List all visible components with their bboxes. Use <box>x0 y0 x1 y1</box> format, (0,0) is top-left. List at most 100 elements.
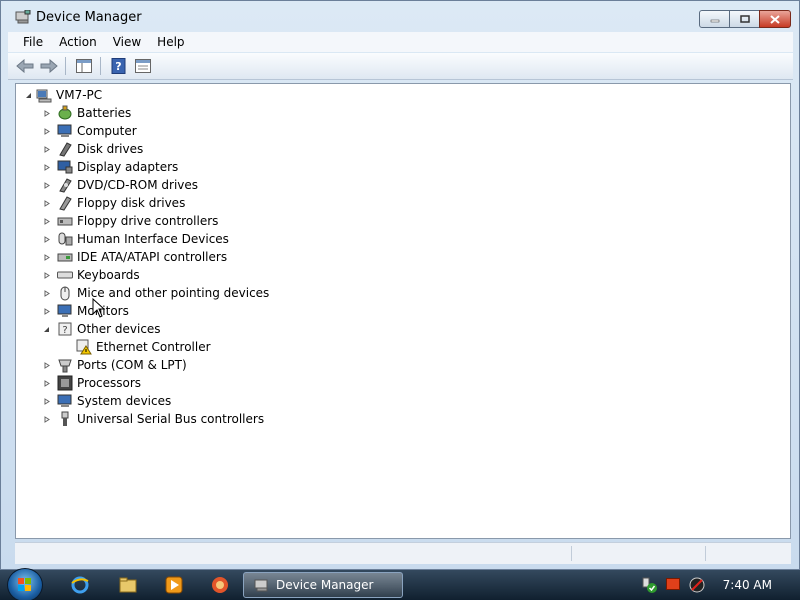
floppy-controller-icon <box>57 217 73 226</box>
show-hide-console-tree-icon <box>76 59 92 73</box>
tree-item[interactable]: Batteries <box>42 104 131 122</box>
windows-logo-icon <box>18 578 31 591</box>
tree-item[interactable]: Ports (COM & LPT) <box>42 356 187 374</box>
disk-drive-icon <box>59 142 72 157</box>
network-icon[interactable] <box>666 578 680 590</box>
tree-item[interactable]: Disk drives <box>42 140 143 158</box>
clock[interactable]: 7:40 AM <box>723 578 772 592</box>
tree-item-label: Display adapters <box>77 160 179 174</box>
tree-item-label: Processors <box>77 376 142 390</box>
tree-item-label: Keyboards <box>77 268 140 282</box>
floppy-drive-icon <box>59 196 72 211</box>
tree-item[interactable]: Processors <box>42 374 141 392</box>
expand-icon[interactable] <box>42 415 51 424</box>
tree-item[interactable]: Universal Serial Bus controllers <box>42 410 264 428</box>
volume-muted-icon[interactable] <box>688 576 706 594</box>
help-button[interactable]: ? <box>108 56 130 76</box>
window-title: Device Manager <box>36 10 142 25</box>
tree-item[interactable]: IDE ATA/ATAPI controllers <box>42 248 227 266</box>
app-icon[interactable] <box>210 575 230 595</box>
tree-item-label: Ethernet Controller <box>96 340 211 354</box>
svg-text:?: ? <box>115 60 121 73</box>
expand-icon[interactable] <box>42 217 51 226</box>
collapse-icon[interactable] <box>24 91 33 100</box>
properties-button[interactable] <box>132 56 154 76</box>
battery-icon <box>58 105 72 120</box>
processor-icon <box>57 375 73 391</box>
device-tree[interactable]: VM7-PC Batteries Computer Disk drives Di… <box>15 83 791 539</box>
keyboard-icon <box>57 271 73 279</box>
usb-icon <box>61 411 69 426</box>
forward-button[interactable] <box>38 56 60 76</box>
maximize-button[interactable] <box>729 10 760 28</box>
expand-icon[interactable] <box>42 379 51 388</box>
system-tray: 7:40 AM <box>630 570 800 600</box>
unknown-device-icon: ? <box>58 322 72 336</box>
tree-item[interactable]: Monitors <box>42 302 129 320</box>
tree-root[interactable]: VM7-PC <box>24 86 102 104</box>
computer-icon <box>36 89 52 103</box>
start-button[interactable] <box>7 568 43 600</box>
hid-icon <box>58 232 73 246</box>
taskbar-device-manager-button[interactable]: Device Manager <box>243 572 403 598</box>
toolbar: ? <box>8 53 793 80</box>
back-arrow-icon <box>16 59 34 73</box>
tree-item[interactable]: Mice and other pointing devices <box>42 284 269 302</box>
media-player-icon[interactable] <box>164 575 184 595</box>
svg-text:?: ? <box>62 325 67 336</box>
expand-icon[interactable] <box>42 127 51 136</box>
properties-icon <box>135 59 151 73</box>
expand-icon[interactable] <box>42 109 51 118</box>
expand-icon[interactable] <box>42 397 51 406</box>
tree-item[interactable]: Computer <box>42 122 137 140</box>
tree-item[interactable]: Keyboards <box>42 266 140 284</box>
expand-icon[interactable] <box>42 181 51 190</box>
menu-file[interactable]: File <box>8 35 51 49</box>
expand-icon[interactable] <box>42 271 51 280</box>
tree-item-label: System devices <box>77 394 172 408</box>
status-bar-divider <box>571 546 572 561</box>
monitor-icon <box>57 304 72 317</box>
expand-icon[interactable] <box>42 307 51 316</box>
display-adapter-icon <box>57 160 73 174</box>
close-button[interactable] <box>759 10 791 28</box>
menu-help[interactable]: Help <box>149 35 192 49</box>
back-button[interactable] <box>14 56 36 76</box>
tree-item-label: Ports (COM & LPT) <box>77 358 187 372</box>
tree-child-item[interactable]: Ethernet Controller <box>72 338 211 356</box>
title-bar[interactable]: Device Manager <box>1 1 799 33</box>
tree-item[interactable]: Human Interface Devices <box>42 230 229 248</box>
menu-view[interactable]: View <box>105 35 149 49</box>
expand-icon[interactable] <box>42 145 51 154</box>
tree-item[interactable]: Floppy disk drives <box>42 194 185 212</box>
expand-icon[interactable] <box>42 289 51 298</box>
tree-item-expanded[interactable]: ? Other devices <box>42 320 161 338</box>
tree-item[interactable]: System devices <box>42 392 171 410</box>
expand-icon[interactable] <box>42 253 51 262</box>
menu-action[interactable]: Action <box>51 35 105 49</box>
warning-device-icon <box>76 339 92 355</box>
expand-icon[interactable] <box>42 163 51 172</box>
mouse-cursor-icon <box>92 298 106 318</box>
device-manager-icon <box>254 579 268 592</box>
expand-icon[interactable] <box>42 361 51 370</box>
windows-explorer-icon[interactable] <box>118 575 138 595</box>
tree-item-label: Batteries <box>77 106 132 120</box>
internet-explorer-icon[interactable] <box>70 575 90 595</box>
minimize-button[interactable] <box>699 10 730 28</box>
expand-icon[interactable] <box>42 199 51 208</box>
tree-item-label: Other devices <box>77 322 161 336</box>
forward-arrow-icon <box>40 59 58 73</box>
action-center-icon[interactable] <box>640 576 658 594</box>
show-hide-console-tree-button[interactable] <box>73 56 95 76</box>
port-icon <box>58 359 72 373</box>
menu-bar: File Action View Help <box>8 32 793 52</box>
minimize-icon <box>710 19 719 23</box>
tree-item[interactable]: Display adapters <box>42 158 178 176</box>
tree-item-label: Human Interface Devices <box>77 232 229 246</box>
tree-item[interactable]: Floppy drive controllers <box>42 212 218 230</box>
system-devices-icon <box>57 394 72 407</box>
collapse-icon[interactable] <box>42 325 51 334</box>
tree-item[interactable]: DVD/CD-ROM drives <box>42 176 198 194</box>
expand-icon[interactable] <box>42 235 51 244</box>
